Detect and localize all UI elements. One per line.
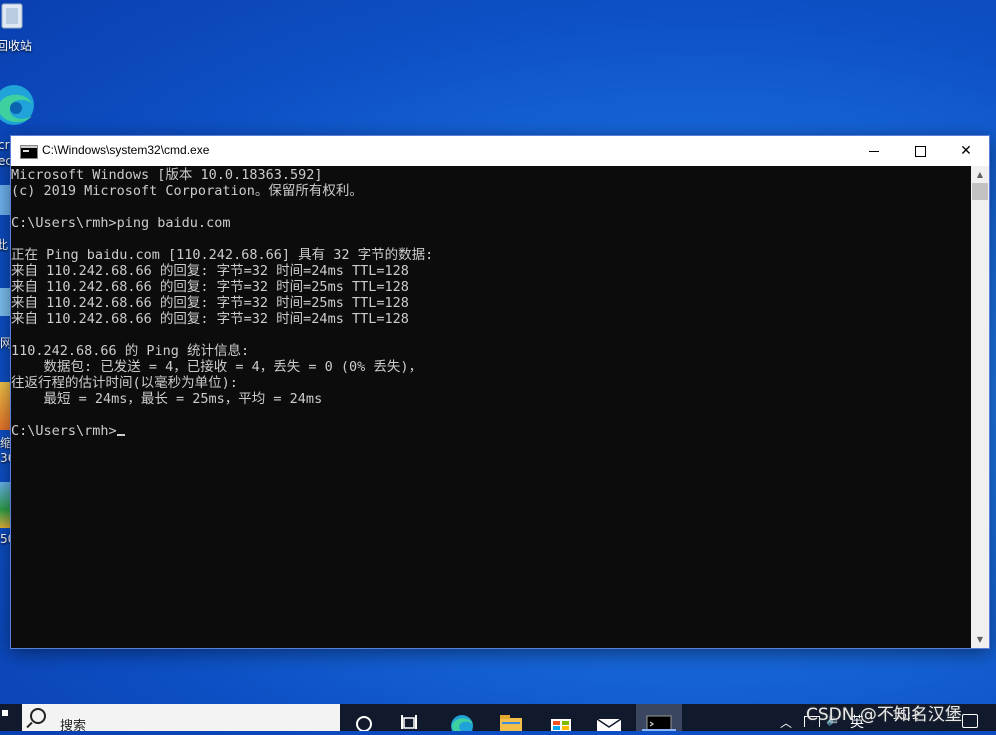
scroll-thumb[interactable] (972, 183, 988, 200)
cortana-icon[interactable] (341, 704, 387, 732)
mail-icon[interactable] (586, 704, 632, 731)
notification-icon[interactable] (962, 714, 978, 728)
edge-desktop-label-1: cr (0, 138, 10, 152)
scroll-up-arrow-icon[interactable]: ▲ (971, 166, 989, 183)
window-title: C:\Windows\system32\cmd.exe (42, 143, 210, 157)
search-icon (30, 708, 46, 724)
console-prompt: C:\Users\rmh> (11, 423, 117, 439)
file-explorer-icon[interactable] (488, 704, 534, 731)
close-button[interactable]: ✕ (943, 136, 989, 166)
scroll-down-arrow-icon[interactable]: ▼ (971, 631, 989, 648)
compress-app-icon[interactable] (0, 382, 10, 430)
recycle-bin-icon[interactable] (0, 0, 30, 30)
recycle-bin-label: 回收站 (0, 39, 33, 53)
cmd-taskbar-icon[interactable] (636, 704, 682, 732)
console-output[interactable]: Microsoft Windows [版本 10.0.18363.592] (c… (11, 166, 971, 648)
minimize-icon (869, 150, 879, 152)
text-cursor (116, 434, 125, 436)
watermark-text: CSDN @不知名汉堡 (806, 705, 962, 725)
title-bar[interactable]: C:\Windows\system32\cmd.exe ✕ (11, 136, 989, 166)
tray-chevron-up-icon[interactable]: ︿ (780, 714, 792, 731)
windows-logo-icon (2, 710, 8, 716)
search-placeholder: 搜索 (60, 719, 87, 734)
cmd-window-icon[interactable] (20, 145, 38, 159)
taskbar-search-box[interactable]: 搜索 (22, 704, 340, 734)
this-pc-label: 此 (0, 238, 9, 252)
maximize-icon (914, 145, 926, 157)
store-icon[interactable] (538, 704, 584, 731)
close-icon: ✕ (960, 143, 972, 159)
maximize-button[interactable] (897, 136, 943, 166)
security-app-icon[interactable] (0, 482, 10, 528)
this-pc-icon[interactable] (0, 185, 10, 215)
minimize-button[interactable] (851, 136, 897, 166)
start-button[interactable] (0, 704, 22, 731)
vertical-scrollbar[interactable]: ▲ ▼ (971, 166, 989, 648)
network-icon[interactable] (0, 288, 10, 316)
cmd-window[interactable]: C:\Windows\system32\cmd.exe ✕ Microsoft … (10, 135, 990, 649)
edge-taskbar-icon[interactable] (439, 704, 485, 735)
console-text: Microsoft Windows [版本 10.0.18363.592] (c… (11, 167, 434, 439)
edge-desktop-icon[interactable] (0, 82, 38, 128)
task-view-icon[interactable] (387, 704, 433, 731)
